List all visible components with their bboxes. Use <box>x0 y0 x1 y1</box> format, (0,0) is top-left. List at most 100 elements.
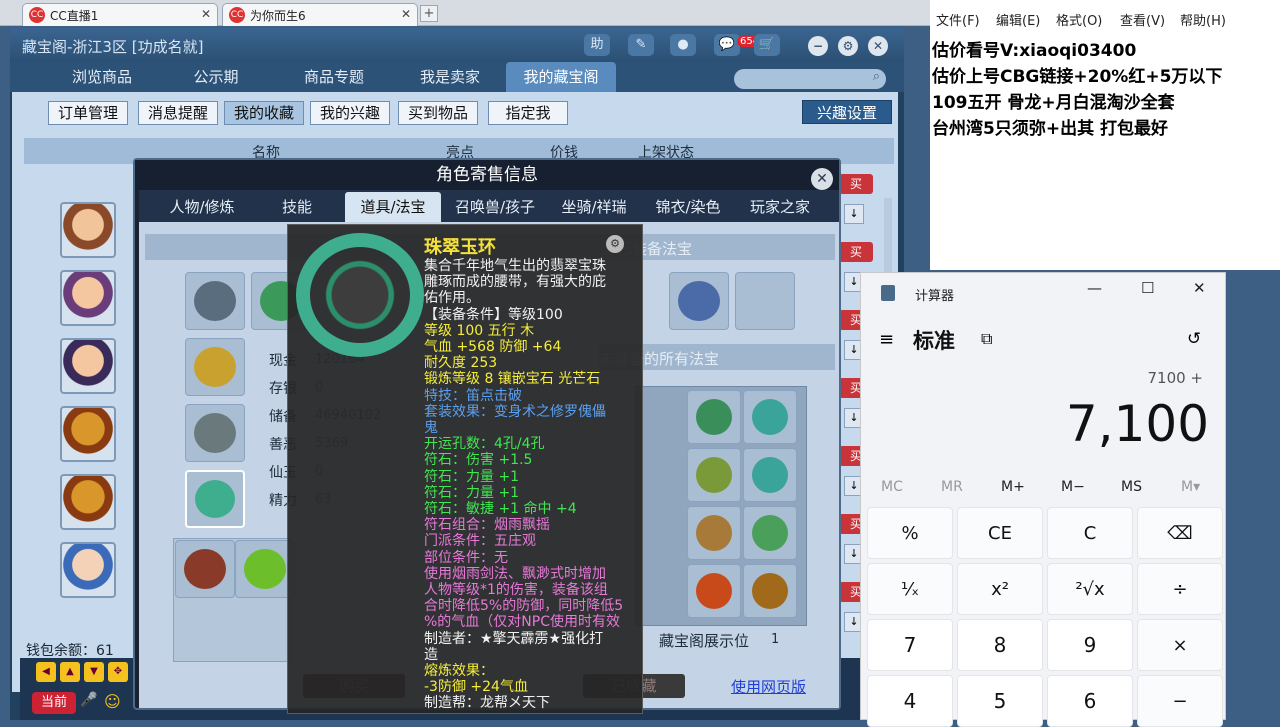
cart-icon[interactable]: 🛒 <box>754 34 780 56</box>
avatar[interactable] <box>60 474 116 530</box>
percent-key[interactable]: % <box>867 507 953 559</box>
buy-button[interactable]: 买 <box>839 174 873 194</box>
divide-key[interactable]: ÷ <box>1137 563 1223 615</box>
multiply-key[interactable]: × <box>1137 619 1223 671</box>
clear-key[interactable]: C <box>1047 507 1133 559</box>
edit-icon[interactable]: ✎ <box>628 34 654 56</box>
reciprocal-key[interactable]: ¹⁄ₓ <box>867 563 953 615</box>
tab-items[interactable]: 道具/法宝 <box>345 192 441 222</box>
eight-key[interactable]: 8 <box>957 619 1043 671</box>
close-icon[interactable]: ✕ <box>401 7 411 21</box>
menu-icon[interactable]: ≡ <box>879 329 894 350</box>
arrow-left-icon[interactable]: ◀ <box>36 662 56 682</box>
nav-seller[interactable]: 我是卖家 <box>402 62 498 92</box>
fabao-slot[interactable] <box>669 272 729 330</box>
nine-key[interactable]: 9 <box>1047 619 1133 671</box>
fabao-slot[interactable] <box>687 506 741 560</box>
nav-public[interactable]: 公示期 <box>176 62 256 92</box>
ms-button[interactable]: MS <box>1121 479 1142 495</box>
four-key[interactable]: 4 <box>867 675 953 727</box>
close-icon[interactable]: ✕ <box>1193 279 1206 297</box>
settings-icon[interactable]: ⚙ <box>838 36 858 56</box>
my-favorites-button[interactable]: 我的收藏 <box>224 101 304 125</box>
emoji-icon[interactable]: ☺ <box>104 692 126 714</box>
close-icon[interactable]: ✕ <box>868 36 888 56</box>
equipment-slot[interactable] <box>185 404 245 462</box>
avatar[interactable] <box>60 542 116 598</box>
fabao-slot[interactable] <box>743 564 797 618</box>
tab-character[interactable]: 人物/修炼 <box>159 192 245 222</box>
nav-my-cbg[interactable]: 我的藏宝阁 <box>506 62 616 92</box>
search-input[interactable]: ⌕ <box>734 69 886 89</box>
close-icon[interactable]: ✕ <box>201 7 211 21</box>
order-management-button[interactable]: 订单管理 <box>48 101 128 125</box>
my-interests-button[interactable]: 我的兴趣 <box>310 101 390 125</box>
nav-browse[interactable]: 浏览商品 <box>54 62 150 92</box>
fabao-slot[interactable] <box>687 390 741 444</box>
avatar[interactable] <box>60 202 116 258</box>
avatar[interactable] <box>60 270 116 326</box>
chat-icon[interactable]: 💬 <box>714 34 740 56</box>
ce-key[interactable]: CE <box>957 507 1043 559</box>
equipment-slot[interactable] <box>185 272 245 330</box>
close-icon[interactable]: ✕ <box>811 168 833 190</box>
nav-topics[interactable]: 商品专题 <box>286 62 382 92</box>
buy-button[interactable]: 买 <box>839 242 873 262</box>
mplus-button[interactable]: M+ <box>1001 479 1025 495</box>
arrow-down-icon[interactable]: ▼ <box>84 662 104 682</box>
stop-icon[interactable]: ● <box>670 34 696 56</box>
bought-items-button[interactable]: 买到物品 <box>398 101 478 125</box>
tab-skills[interactable]: 技能 <box>257 192 337 222</box>
message-reminder-button[interactable]: 消息提醒 <box>138 101 218 125</box>
history-icon[interactable]: ↺ <box>1187 329 1201 349</box>
memory-list-button[interactable]: M▾ <box>1181 479 1200 495</box>
mr-button[interactable]: MR <box>941 479 963 495</box>
minus-key[interactable]: − <box>1137 675 1223 727</box>
help-button[interactable]: 助 <box>584 34 610 56</box>
minimize-icon[interactable]: − <box>808 36 828 56</box>
six-key[interactable]: 6 <box>1047 675 1133 727</box>
square-key[interactable]: x² <box>957 563 1043 615</box>
menu-format[interactable]: 格式(O) <box>1056 10 1102 29</box>
interest-settings-button[interactable]: 兴趣设置 <box>802 100 892 124</box>
arrow-up-icon[interactable]: ▲ <box>60 662 80 682</box>
mminus-button[interactable]: M− <box>1061 479 1085 495</box>
minimize-icon[interactable]: — <box>1087 279 1102 297</box>
fabao-slot[interactable] <box>743 506 797 560</box>
arrow-down-icon[interactable]: ↓ <box>844 204 864 224</box>
browser-tab-2[interactable]: CC 为你而生6 ✕ <box>222 3 418 26</box>
move-icon[interactable]: ✥ <box>108 662 128 682</box>
maximize-icon[interactable]: ☐ <box>1141 279 1154 297</box>
browser-tab-1[interactable]: CC CC直播1 ✕ <box>22 3 218 26</box>
new-tab-button[interactable]: + <box>420 5 438 22</box>
avatar[interactable] <box>60 406 116 462</box>
tab-pets[interactable]: 召唤兽/孩子 <box>445 192 545 222</box>
menu-view[interactable]: 查看(V) <box>1120 10 1165 29</box>
mc-button[interactable]: MC <box>881 479 903 495</box>
microphone-icon[interactable]: 🎤 <box>80 692 100 714</box>
equipment-slot-selected[interactable] <box>185 470 245 528</box>
current-channel-button[interactable]: 当前 <box>32 692 76 714</box>
keep-on-top-icon[interactable]: ⧉ <box>981 329 992 349</box>
search-icon[interactable]: ⌕ <box>873 69 880 84</box>
tab-mounts[interactable]: 坐骑/祥瑞 <box>549 192 639 222</box>
backspace-key[interactable]: ⌫ <box>1137 507 1223 559</box>
avatar[interactable] <box>60 338 116 394</box>
seven-key[interactable]: 7 <box>867 619 953 671</box>
five-key[interactable]: 5 <box>957 675 1043 727</box>
tab-home[interactable]: 玩家之家 <box>737 192 823 222</box>
fabao-slot[interactable] <box>743 448 797 502</box>
tab-outfits[interactable]: 锦衣/染色 <box>643 192 733 222</box>
fabao-slot[interactable] <box>735 272 795 330</box>
menu-edit[interactable]: 编辑(E) <box>996 10 1040 29</box>
inventory-slot[interactable] <box>175 540 235 598</box>
equipment-slot[interactable] <box>185 338 245 396</box>
menu-help[interactable]: 帮助(H) <box>1180 10 1226 29</box>
web-version-link[interactable]: 使用网页版 <box>731 676 806 697</box>
fabao-slot[interactable] <box>687 564 741 618</box>
sqrt-key[interactable]: ²√x <box>1047 563 1133 615</box>
assigned-to-me-button[interactable]: 指定我 <box>488 101 568 125</box>
fabao-slot[interactable] <box>687 448 741 502</box>
menu-file[interactable]: 文件(F) <box>936 10 980 29</box>
inventory-slot[interactable] <box>235 540 295 598</box>
